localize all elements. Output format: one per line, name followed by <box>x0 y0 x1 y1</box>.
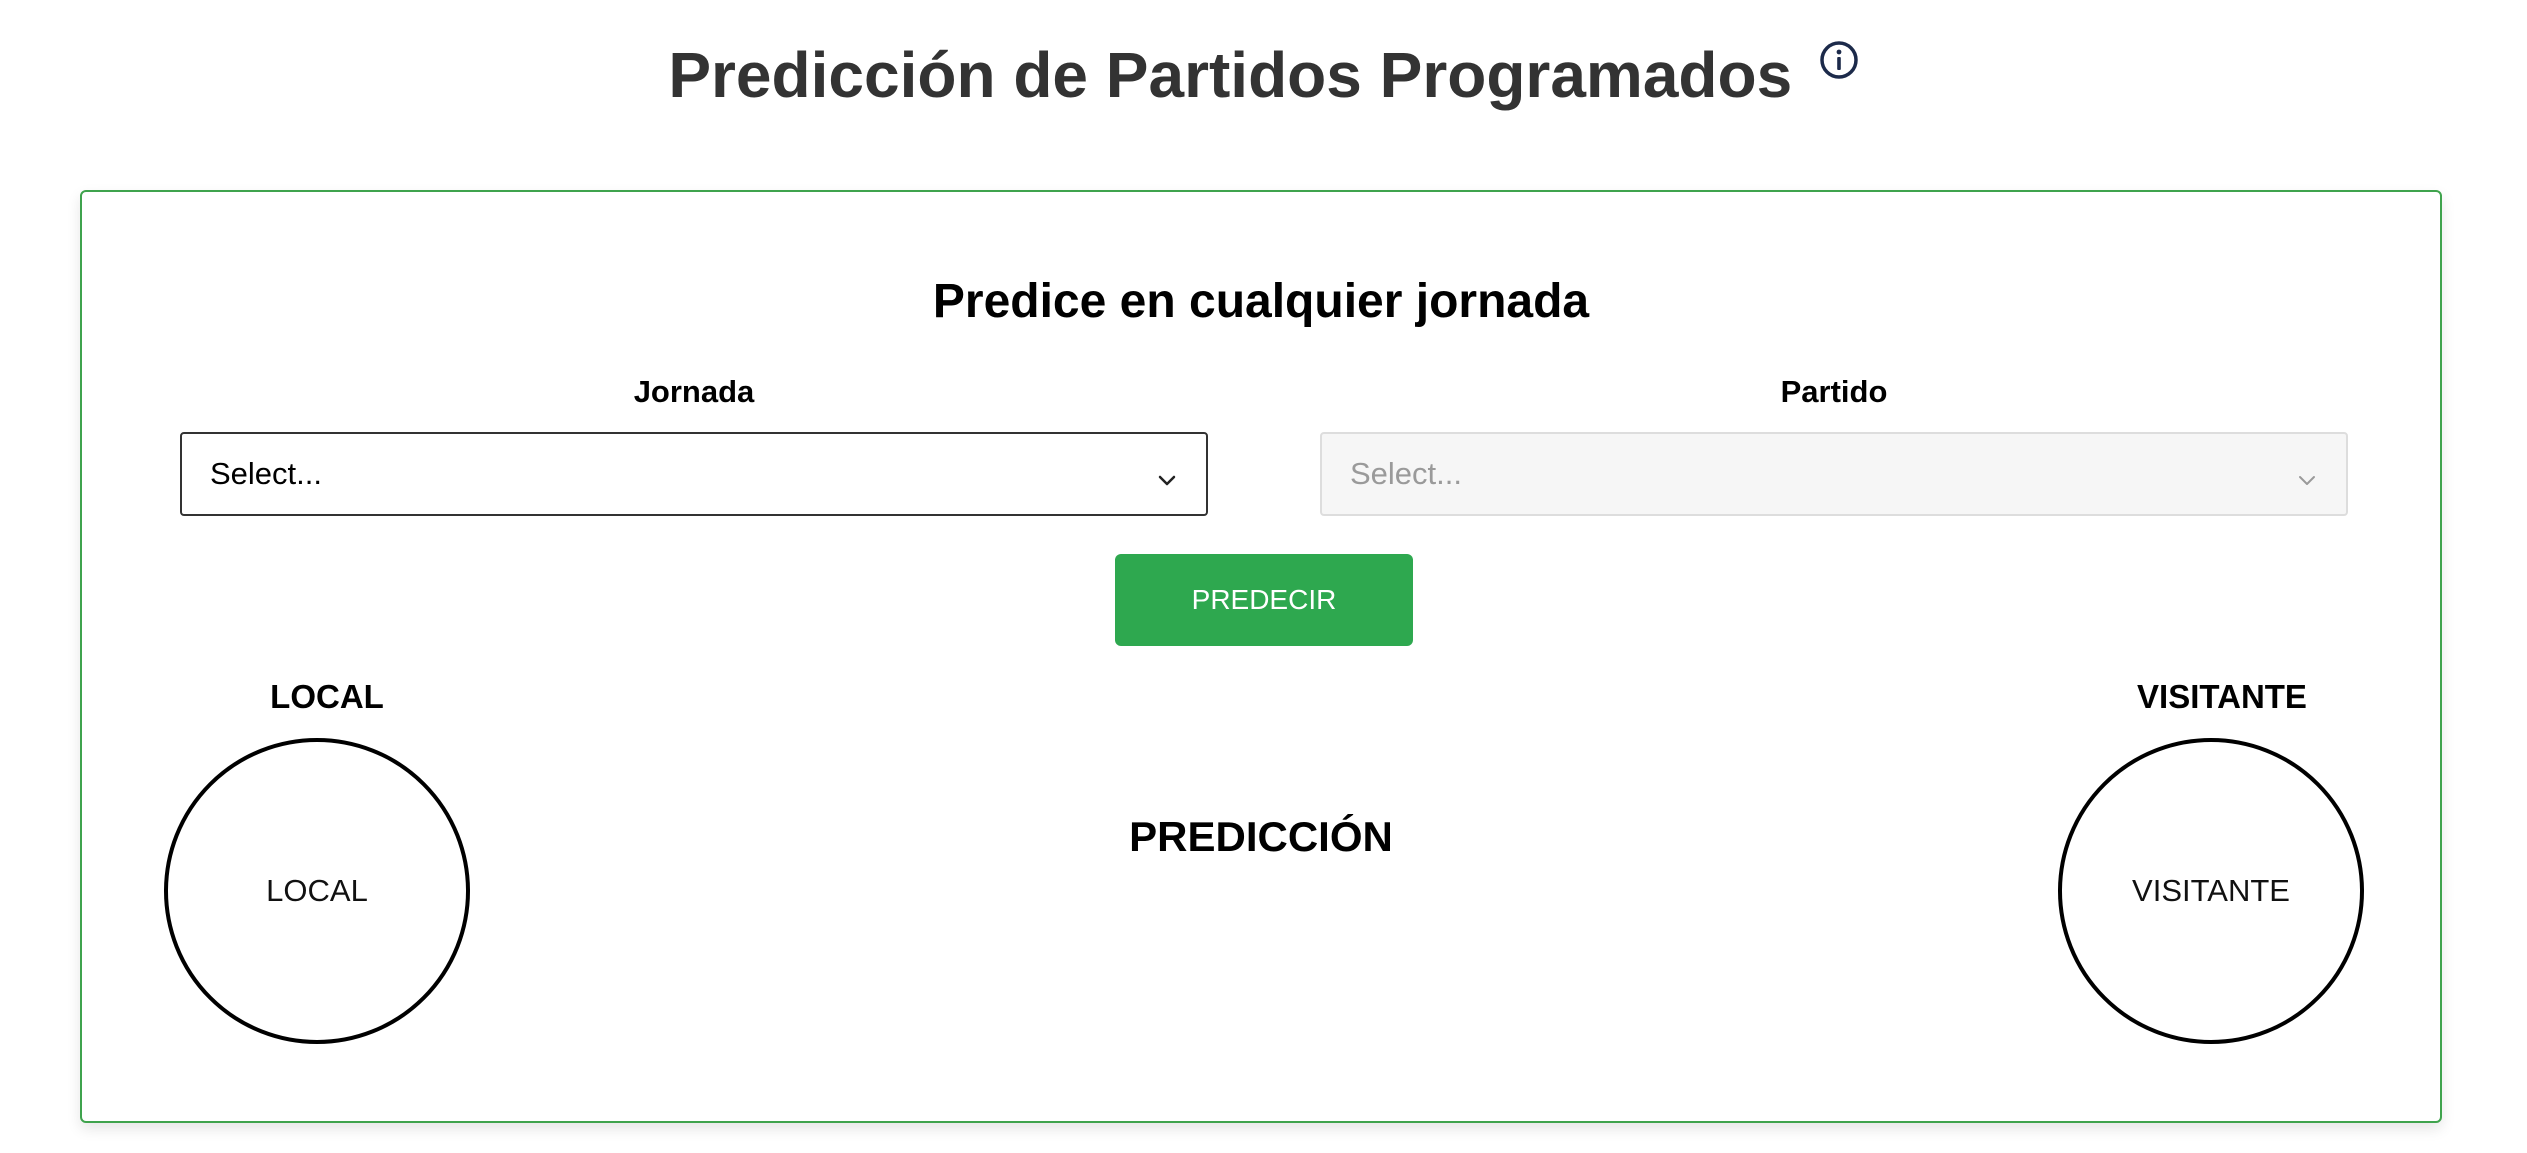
predict-button[interactable]: PREDECIR <box>1115 554 1413 646</box>
partido-label: Partido <box>1780 374 1888 409</box>
page-header: Predicción de Partidos Programados <box>0 30 2527 120</box>
jornada-select-value: Select... <box>210 456 322 491</box>
visitante-team-circle: VISITANTE <box>2058 738 2364 1044</box>
local-team-label: LOCAL <box>266 873 368 908</box>
local-heading: LOCAL <box>270 678 384 715</box>
jornada-label: Jornada <box>633 374 755 409</box>
chevron-down-icon <box>1156 463 1178 486</box>
visitante-team-label: VISITANTE <box>2132 873 2290 908</box>
partido-select[interactable]: Select... <box>1320 432 2348 516</box>
visitante-heading: VISITANTE <box>2137 678 2307 715</box>
page-title: Predicción de Partidos Programados <box>668 39 1793 111</box>
chevron-down-icon <box>2296 463 2318 485</box>
info-icon[interactable] <box>1819 40 1859 80</box>
jornada-select[interactable]: Select... <box>180 432 1208 516</box>
card-title: Predice en cualquier jornada <box>932 275 1590 328</box>
partido-select-value: Select... <box>1350 456 1462 491</box>
local-team-circle: LOCAL <box>164 738 470 1044</box>
prediction-card: Predice en cualquier jornada Jornada Sel… <box>80 190 2442 1123</box>
